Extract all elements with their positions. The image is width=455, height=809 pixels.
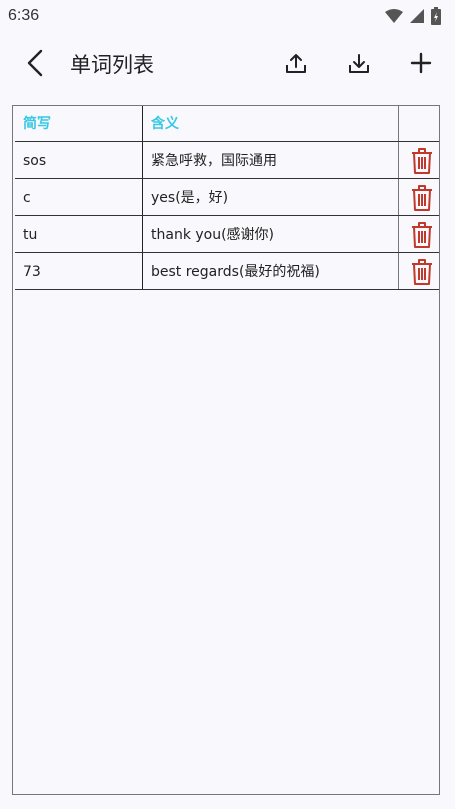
upload-button[interactable]: [280, 47, 312, 79]
delete-button[interactable]: [408, 258, 436, 286]
signal-icon: [410, 9, 424, 23]
row-meaning: best regards(最好的祝福): [151, 264, 320, 280]
status-icons: [385, 6, 441, 26]
table-row[interactable]: c yes(是，好): [15, 180, 439, 216]
row-meaning: yes(是，好): [151, 190, 229, 206]
upload-icon: [286, 54, 306, 73]
wifi-icon: [385, 9, 403, 23]
delete-button[interactable]: [408, 184, 436, 212]
trash-icon: [412, 259, 432, 285]
word-table: 简写 含义 sos 紧急呼救，国际通用 c yes(是，好) tu thank …: [12, 105, 440, 795]
download-button[interactable]: [343, 47, 375, 79]
delete-button[interactable]: [408, 147, 436, 175]
status-time: 6:36: [8, 7, 40, 24]
table-header-row: 简写 含义: [15, 106, 439, 142]
row-meaning: 紧急呼救，国际通用: [151, 153, 277, 169]
row-abbr: tu: [23, 227, 38, 243]
page-title: 单词列表: [70, 53, 154, 77]
row-abbr: c: [23, 190, 31, 206]
battery-icon: [431, 7, 441, 25]
plus-icon: [410, 52, 432, 74]
table-row[interactable]: 73 best regards(最好的祝福): [15, 254, 439, 290]
table-row[interactable]: tu thank you(感谢你): [15, 217, 439, 253]
back-button[interactable]: [20, 48, 50, 78]
header-meaning: 含义: [151, 116, 179, 132]
download-icon: [349, 54, 369, 73]
table-row[interactable]: sos 紧急呼救，国际通用: [15, 143, 439, 179]
row-abbr: sos: [23, 153, 47, 169]
status-bar: 6:36: [0, 0, 455, 34]
back-arrow-icon: [27, 49, 43, 77]
header-abbr: 简写: [23, 116, 51, 132]
row-meaning: thank you(感谢你): [151, 227, 275, 243]
app-bar: 单词列表: [0, 34, 455, 92]
trash-icon: [412, 148, 432, 174]
add-word-button[interactable]: [405, 47, 437, 79]
row-abbr: 73: [23, 264, 41, 280]
trash-icon: [412, 185, 432, 211]
trash-icon: [412, 222, 432, 248]
delete-button[interactable]: [408, 221, 436, 249]
